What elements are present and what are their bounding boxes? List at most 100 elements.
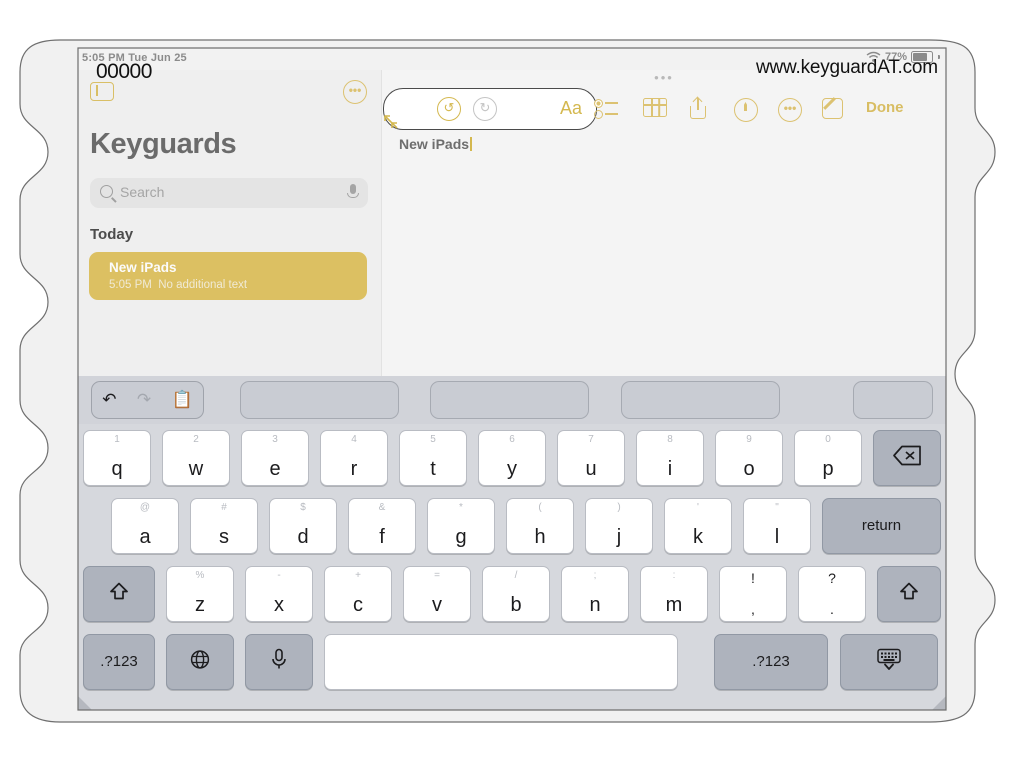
undo-icon[interactable]: ↺ [437,97,461,121]
key-g[interactable]: * g [427,498,495,554]
prediction-slot[interactable] [430,381,589,419]
key-alt-label: & [378,502,386,513]
undo-icon[interactable]: ↶ [102,390,116,410]
key-main-label: d [297,526,309,548]
key-main-label: . [830,601,834,617]
key-i[interactable]: 8i [636,430,704,486]
redo-icon[interactable]: ↻ [473,97,497,121]
key-main-label: o [743,458,755,480]
keyboard-row-2: @ a # s $ d & f * g(h) j ' k " l return [78,498,946,558]
editor-toolbar-icons: ••• Done [594,98,946,124]
keyboard-handle-bottom-right[interactable] [932,696,946,710]
note-list-item[interactable]: New iPads 5:05 PM No additional text [89,252,367,300]
key-f[interactable]: & f [348,498,416,554]
key-alt-label: 6 [509,434,515,445]
key-c[interactable]: + c [324,566,392,622]
toolbar-grabber[interactable]: ••• [654,71,674,84]
markup-pen-icon[interactable] [734,98,758,122]
key-main-label: w [188,458,204,480]
key-main-label: y [507,458,517,480]
note-item-title: New iPads [109,260,177,275]
key-b[interactable]: / b [482,566,550,622]
numbers-left-key[interactable]: .?123 [83,634,155,690]
key-l[interactable]: " l [743,498,811,554]
paste-icon[interactable]: 📋 [172,390,193,410]
dictation-key[interactable] [245,634,313,690]
search-icon [100,185,113,198]
key-m[interactable]: :m [640,566,708,622]
key-r[interactable]: 4r [320,430,388,486]
sidebar-more-icon[interactable]: ••• [343,80,367,104]
backspace-icon [874,445,940,472]
key-alt-label: 9 [746,434,752,445]
numbers-right-key[interactable]: .?123 [714,634,828,690]
key-main-label: z [195,594,205,616]
key-main-label: p [822,458,834,480]
table-icon[interactable] [643,98,667,117]
share-icon[interactable] [690,98,706,119]
key-s[interactable]: # s [190,498,258,554]
shortcut-group: ↶ ↷ 📋 [91,381,204,419]
hide-keyboard-key[interactable] [840,634,938,690]
shift-icon [84,581,154,608]
prediction-slot[interactable] [240,381,399,419]
shift-icon [878,581,940,608]
key-x[interactable]: -x [245,566,313,622]
microphone-icon[interactable] [347,184,359,198]
key-main-label: u [585,458,597,480]
key-d[interactable]: $ d [269,498,337,554]
key-h[interactable]: (h [506,498,574,554]
key-p[interactable]: 0p [794,430,862,486]
search-input[interactable]: Search [90,178,368,208]
key-main-label: a [139,526,151,548]
key-main-label: , [751,601,755,617]
key-q[interactable]: 1q [83,430,151,486]
compose-icon[interactable] [822,98,843,119]
done-button[interactable]: Done [866,99,904,116]
key-alt-label: - [277,570,281,581]
key-main-label: m [665,594,683,616]
prediction-slot[interactable] [853,381,933,419]
key-o[interactable]: 9o [715,430,783,486]
editor-more-icon[interactable]: ••• [778,98,802,122]
key-main-label: .?123 [752,653,790,670]
redo-icon[interactable]: ↷ [137,390,151,410]
page-title: Keyguards [90,128,237,160]
key-z[interactable]: % z [166,566,234,622]
sidebar-toggle-icon[interactable] [90,82,114,101]
text-format-button[interactable]: Aa [560,97,582,119]
checklist-icon[interactable] [594,98,620,119]
key-e[interactable]: 3e [241,430,309,486]
key-alt-label: 4 [351,434,357,445]
key-w[interactable]: 2w [162,430,230,486]
exclam-comma-key[interactable]: !, [719,566,787,622]
key-n[interactable]: ; n [561,566,629,622]
key-main-label: v [432,594,442,616]
key-alt-label: 3 [272,434,278,445]
resize-arrows-icon[interactable] [383,113,401,131]
key-y[interactable]: 6y [478,430,546,486]
globe-key[interactable] [166,634,234,690]
key-main-label: x [274,594,284,616]
backspace-key[interactable] [873,430,941,486]
shift-left-key[interactable] [83,566,155,622]
space-key[interactable] [324,634,678,690]
keyboard-row-3: % z - x + c = v / b; n: m!,?. [78,566,946,626]
key-j[interactable]: ) j [585,498,653,554]
key-main-label: k [693,526,703,548]
key-t[interactable]: 5t [399,430,467,486]
key-k[interactable]: ' k [664,498,732,554]
key-a[interactable]: @ a [111,498,179,554]
prediction-slot[interactable] [621,381,780,419]
note-body-title[interactable]: New iPads [399,136,472,152]
key-alt-label: % [195,570,205,581]
question-period-key[interactable]: ?. [798,566,866,622]
key-main-label: j [616,526,622,548]
onscreen-keyboard: ↶ ↷ 📋 1q2w3e4r5t6y7u8i9o0p @ a # s $ d & f * g(h)… [78,376,946,710]
shift-right-key[interactable] [877,566,941,622]
key-u[interactable]: 7u [557,430,625,486]
key-v[interactable]: = v [403,566,471,622]
key-main-label: n [589,594,601,616]
keyboard-handle-bottom-left[interactable] [78,696,92,710]
return-key[interactable]: return [822,498,941,554]
